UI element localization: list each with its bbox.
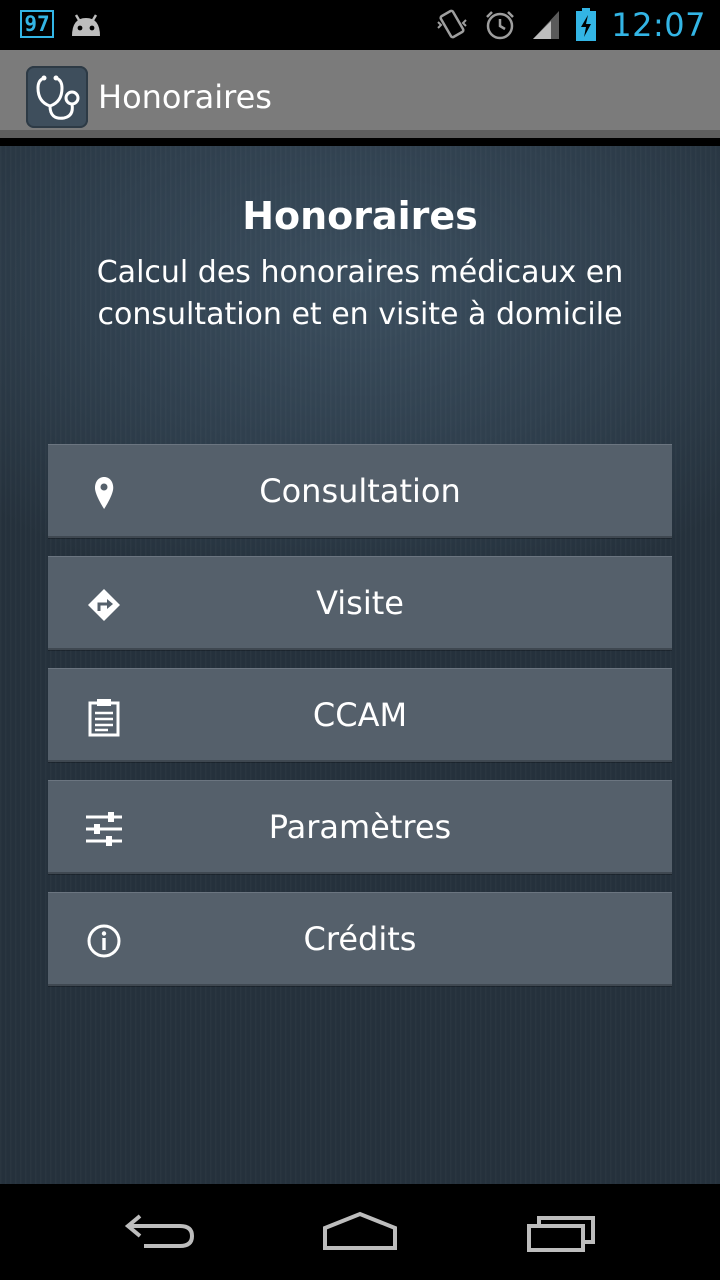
screen: 97 12:07 Honoraires Honoraires Calcul de…: [0, 0, 720, 1280]
visite-label: Visite: [316, 583, 404, 622]
android-icon: [72, 14, 100, 36]
sliders-icon: [86, 812, 122, 846]
alarm-icon: [486, 11, 515, 40]
navigation-bar: [0, 1184, 720, 1280]
parametres-label: Paramètres: [268, 807, 452, 846]
app-title: Honoraires: [98, 78, 272, 116]
stethoscope-icon[interactable]: [26, 66, 88, 128]
clipboard-icon: [88, 699, 120, 737]
consultation-button[interactable]: Consultation: [48, 444, 672, 538]
parametres-button[interactable]: Paramètres: [48, 780, 672, 874]
main-content: Honoraires Calcul des honoraires médicau…: [0, 146, 720, 1184]
credits-button[interactable]: Crédits: [48, 892, 672, 986]
map-pin-icon: [94, 477, 114, 509]
directions-icon: [88, 589, 120, 621]
clock: 12:07: [611, 6, 706, 44]
recent-apps-icon[interactable]: [517, 1206, 607, 1258]
credits-label: Crédits: [303, 919, 417, 958]
page-subtitle: Calcul des honoraires médicaux en consul…: [96, 255, 624, 332]
action-bar: Honoraires: [0, 50, 720, 138]
home-icon[interactable]: [315, 1206, 405, 1258]
vibrate-icon: [437, 9, 467, 39]
page-title: Honoraires: [242, 194, 478, 238]
info-icon: [87, 924, 121, 958]
battery-charging-icon: [576, 8, 597, 41]
ccam-label: CCAM: [312, 695, 408, 734]
signal-icon: [533, 11, 560, 39]
consultation-label: Consultation: [259, 471, 461, 510]
main-menu: Consultation Visite CCAM Paramètres Créd…: [48, 444, 672, 1004]
notification-badge: 97: [20, 10, 54, 38]
back-icon[interactable]: [114, 1206, 204, 1258]
ccam-button[interactable]: CCAM: [48, 668, 672, 762]
visite-button[interactable]: Visite: [48, 556, 672, 650]
status-bar: 97 12:07: [0, 0, 720, 50]
